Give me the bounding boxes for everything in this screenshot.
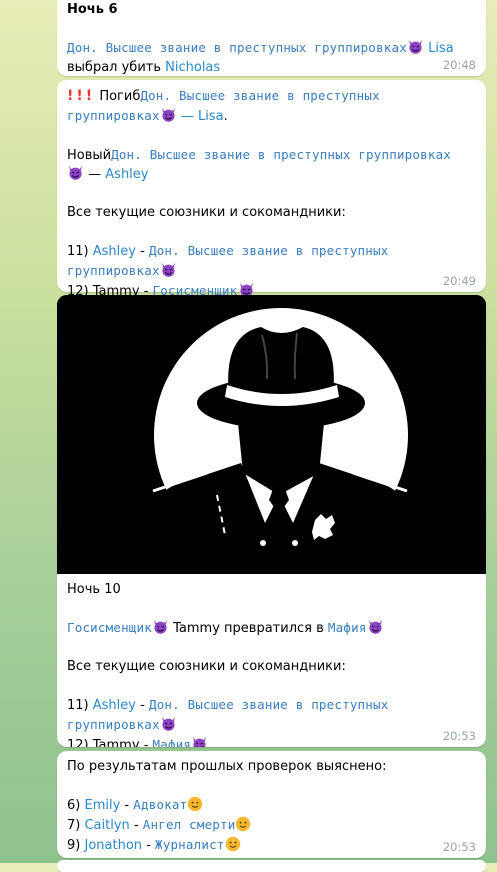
player-link-emily[interactable]: Emily	[84, 798, 120, 813]
exclamation-icon: !	[85, 88, 93, 104]
dash: —	[88, 167, 102, 182]
player-link-jonathon[interactable]: Jonathon	[84, 838, 142, 853]
message-time: 20:53	[442, 840, 476, 854]
role-text: Журналист	[155, 837, 225, 852]
devil-emoji-icon	[152, 619, 169, 634]
night-title: Ночь 6	[67, 2, 118, 17]
new-label: Новый	[67, 148, 112, 163]
mafia-hat-image[interactable]	[57, 295, 486, 574]
player-link-ashley[interactable]: Ashley	[93, 244, 136, 259]
allies-heading: Все текущие союзники и сокомандники:	[67, 205, 346, 220]
player-link-caitlyn[interactable]: Caitlyn	[84, 818, 129, 833]
role-text: Ангел смерти	[142, 817, 236, 832]
player-link-lisa[interactable]: — Lisa	[181, 109, 224, 124]
player-link-ashley[interactable]: Ashley	[93, 698, 136, 713]
smile-emoji-icon	[187, 796, 203, 812]
message-bubble-night10: Ночь 10 Госисменщик Tammy превратился в …	[57, 295, 486, 747]
devil-emoji-icon	[367, 619, 384, 634]
smile-emoji-icon	[225, 836, 241, 852]
exclamation-icon: !	[67, 88, 74, 104]
player-link-nicholas[interactable]: Nicholas	[165, 60, 220, 75]
devil-emoji-icon	[160, 262, 177, 277]
ally-row-11: 11) Ashley - Дон. Высшее звание в престу…	[67, 243, 389, 259]
message-bubble-death: !!! ПогибДон. Высшее звание в преступных…	[57, 80, 486, 299]
player-link-lisa[interactable]: Lisa	[428, 41, 454, 56]
player-name-tammy: Tammy	[92, 738, 140, 747]
message-bubble-checks: По результатам прошлых проверок выяснено…	[57, 751, 486, 858]
role-text: Адвокат	[133, 797, 188, 812]
role-text: Мафия	[327, 620, 367, 635]
rank-text-cont: группировках	[67, 263, 160, 278]
message-bubble-night6: Ночь 6 Дон. Высшее звание в преступных г…	[57, 0, 486, 76]
night-title: Ночь 10	[67, 582, 121, 597]
devil-emoji-icon	[160, 107, 177, 122]
rank-text: Дон. Высшее звание в преступных	[140, 88, 380, 103]
player-name-tammy: Tammy	[173, 621, 220, 636]
rank-text-cont: группировках	[67, 717, 160, 732]
ally-row-11: 11) Ashley - Дон. Высшее звание в престу…	[67, 697, 389, 713]
devil-emoji-icon	[67, 165, 84, 180]
role-text: Мафия	[152, 737, 192, 747]
rank-text: Дон. Высшее звание в преступных	[148, 697, 389, 712]
action-text: выбрал убить	[67, 60, 161, 75]
message-time: 20:48	[442, 58, 476, 72]
rank-text: Дон. Высшее звание в преступных	[148, 243, 389, 258]
smile-emoji-icon	[235, 816, 251, 832]
check-row-7: 7) Caitlyn - Ангел смерти	[67, 815, 476, 835]
devil-emoji-icon	[407, 39, 424, 54]
turned-text: превратился в	[224, 621, 324, 636]
message-time: 20:53	[442, 729, 476, 743]
period: .	[223, 109, 228, 124]
rank-text-cont: группировках	[67, 108, 160, 123]
rank-text: Дон. Высшее звание в преступных группиро…	[67, 40, 407, 55]
checks-heading: По результатам прошлых проверок выяснено…	[67, 759, 387, 774]
ally-row-12: 12) Tammy - Мафия	[67, 735, 476, 747]
message-bubble-next	[57, 860, 486, 872]
died-label: Погиб	[99, 89, 141, 104]
player-link-ashley[interactable]: Ashley	[105, 167, 148, 182]
allies-heading: Все текущие союзники и сокомандники:	[67, 659, 346, 674]
check-row-6: 6) Emily - Адвокат	[67, 795, 476, 815]
role-text: Госисменщик	[67, 620, 152, 635]
exclamation-icon: !	[76, 88, 83, 104]
rank-text: Дон. Высшее звание в преступных группиро…	[111, 147, 452, 162]
check-row-9: 9) Jonathon - Журналист	[67, 835, 476, 855]
devil-emoji-icon	[160, 716, 177, 731]
devil-emoji-icon	[191, 736, 208, 747]
message-time: 20:49	[442, 274, 476, 288]
